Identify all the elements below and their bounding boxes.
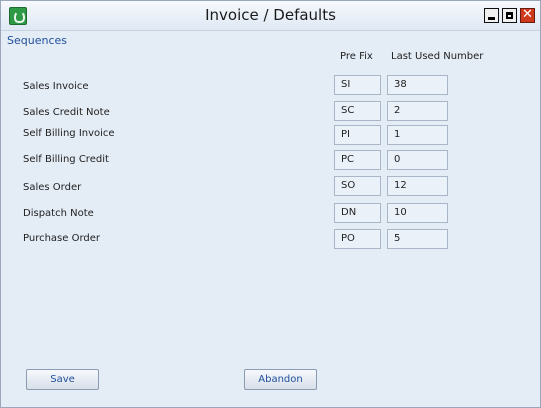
row-label-self-billing-credit: Self Billing Credit <box>23 154 109 165</box>
save-button[interactable]: Save <box>26 369 99 390</box>
row-label-dispatch-note: Dispatch Note <box>23 208 94 219</box>
close-icon: ✕ <box>522 7 533 22</box>
row-label-purchase-order: Purchase Order <box>23 233 101 244</box>
row-label-self-billing-invoice: Self Billing Invoice <box>23 128 115 139</box>
sequences-section-label: Sequences <box>7 34 67 47</box>
sales-credit-note-prefix-field[interactable]: SC <box>334 101 381 121</box>
minimize-icon <box>488 17 495 20</box>
sales-order-last-number-field[interactable]: 12 <box>387 176 448 196</box>
row-label-sales-order: Sales Order <box>23 182 82 193</box>
abandon-button[interactable]: Abandon <box>244 369 317 390</box>
last-used-column-header: Last Used Number <box>391 51 484 62</box>
sales-credit-note-last-number-field[interactable]: 2 <box>387 101 448 121</box>
purchase-order-prefix-field[interactable]: PO <box>334 229 381 249</box>
sales-invoice-prefix-field[interactable]: SI <box>334 75 381 95</box>
self-billing-credit-prefix-field[interactable]: PC <box>334 150 381 170</box>
prefix-column-header: Pre Fix <box>340 51 373 62</box>
dispatch-note-last-number-field[interactable]: 10 <box>387 203 448 223</box>
title-bar[interactable]: Invoice / Defaults ✕ <box>1 1 540 31</box>
maximize-icon <box>506 12 513 19</box>
self-billing-invoice-prefix-field[interactable]: PI <box>334 125 381 145</box>
close-button[interactable]: ✕ <box>520 7 535 23</box>
sales-order-prefix-field[interactable]: SO <box>334 176 381 196</box>
minimize-button[interactable] <box>484 8 499 23</box>
self-billing-credit-last-number-field[interactable]: 0 <box>387 150 448 170</box>
sales-invoice-last-number-field[interactable]: 38 <box>387 75 448 95</box>
row-label-sales-credit-note: Sales Credit Note <box>23 107 110 118</box>
self-billing-invoice-last-number-field[interactable]: 1 <box>387 125 448 145</box>
window-title: Invoice / Defaults <box>205 6 336 24</box>
invoice-defaults-window: Invoice / Defaults ✕ Sequences Pre Fix L… <box>0 0 541 408</box>
dispatch-note-prefix-field[interactable]: DN <box>334 203 381 223</box>
purchase-order-last-number-field[interactable]: 5 <box>387 229 448 249</box>
row-label-sales-invoice: Sales Invoice <box>23 81 89 92</box>
maximize-button[interactable] <box>502 8 517 23</box>
